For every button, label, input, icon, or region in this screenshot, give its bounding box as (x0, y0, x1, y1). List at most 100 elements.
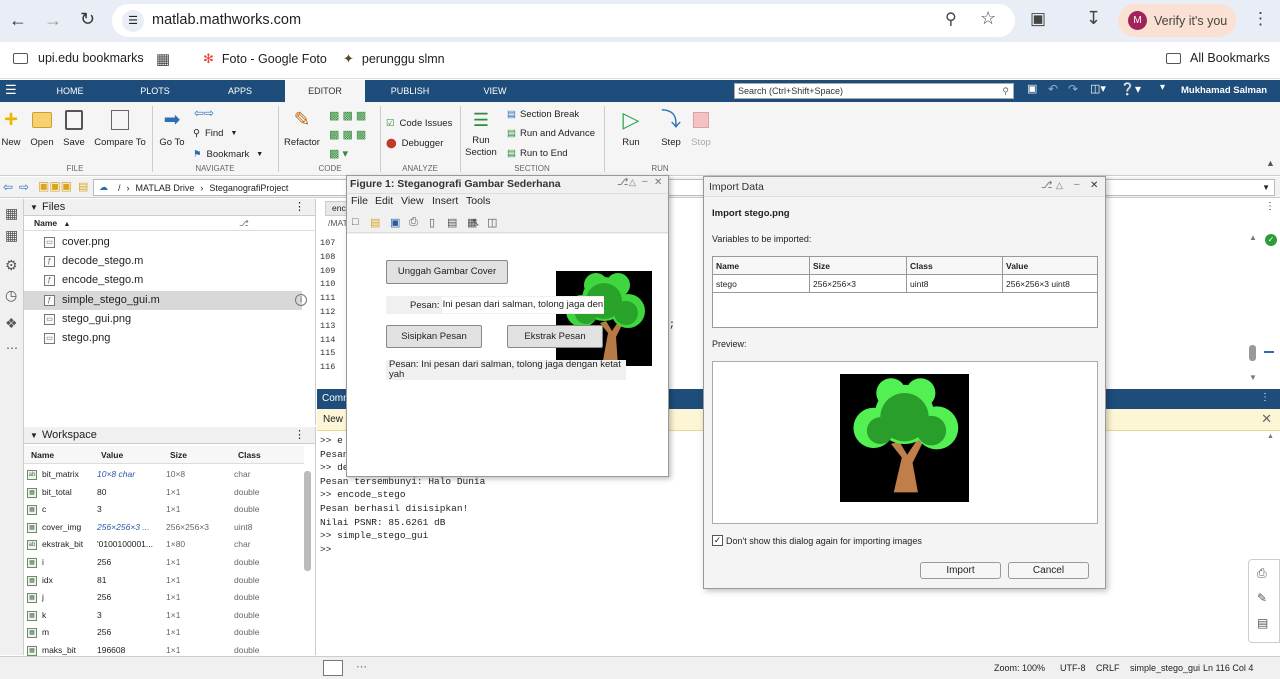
edit-icon[interactable]: ✎ (1257, 591, 1267, 605)
panel-menu-icon[interactable]: ⋮ (294, 427, 305, 444)
run-button[interactable]: ▷ Run (615, 108, 647, 149)
all-bookmarks[interactable]: All Bookmarks (1166, 51, 1270, 65)
files-scrollbar[interactable] (304, 232, 312, 422)
back-icon[interactable]: ← (9, 10, 27, 31)
workspace-row[interactable]: ▦ bit_total 80 1×1 double (24, 484, 304, 502)
upload-cover-button[interactable]: Unggah Gambar Cover (386, 260, 508, 284)
refactor-button[interactable]: ✎ Refactor (282, 108, 322, 148)
tab-publish[interactable]: PUBLISH (380, 80, 440, 102)
run-advance-button[interactable]: ▤ Run and Advance (507, 128, 595, 139)
history-icon[interactable]: ◷ (5, 287, 17, 304)
layout-icon[interactable]: ◫▾ (1090, 82, 1106, 95)
bookmark-button[interactable]: ⚑ Bookmark ▼ (193, 149, 263, 160)
save-figure-icon[interactable]: ▣ (390, 216, 400, 229)
file-list-item[interactable]: ƒ encode_stego.m (24, 271, 302, 290)
scroll-thumb[interactable] (1249, 345, 1256, 361)
panel-menu-icon[interactable]: ⋮ (1260, 392, 1270, 403)
verify-chip[interactable]: M Verify it's you (1118, 4, 1236, 37)
step-button[interactable]: ⤵ Step (655, 108, 687, 148)
address-bar[interactable]: ☰ matlab.mathworks.com ⚲ ☆ (112, 4, 1015, 37)
forward-icon[interactable]: → (44, 10, 62, 31)
addons-icon[interactable]: ❖ (5, 315, 18, 332)
banner-close-icon[interactable]: ✕ (1261, 411, 1272, 427)
tab-plots[interactable]: PLOTS (125, 80, 185, 102)
workspace-row[interactable]: ▦ idx 81 1×1 double (24, 572, 304, 590)
workspace-scrollbar[interactable] (304, 471, 311, 571)
scroll-down-icon[interactable]: ▼ (1249, 373, 1257, 382)
extensions-icon[interactable]: ▣ (1030, 9, 1046, 29)
menu-file[interactable]: File (351, 195, 368, 207)
reload-icon[interactable]: ↻ (80, 9, 95, 30)
site-info-icon[interactable]: ☰ (122, 10, 144, 32)
browse-folder-icon[interactable]: ▤ (78, 180, 88, 193)
new-button[interactable]: + New (0, 108, 22, 149)
workspace-column-header[interactable]: Name Value Size Class (24, 446, 304, 464)
stop-button[interactable]: Stop (688, 108, 714, 148)
files-panel-icon[interactable]: ▦ (5, 205, 18, 222)
workspace-row[interactable]: ▦ i 256 1×1 double (24, 554, 304, 572)
nav-back-icon[interactable]: ⇦ (3, 180, 13, 194)
workspace-panel-icon[interactable]: ▦ (5, 227, 18, 244)
star-icon[interactable]: ☆ (980, 8, 996, 29)
table-row[interactable]: stego 256×256×3 uint8 256×256×3 uint8 (712, 274, 1098, 293)
more-icon[interactable]: ⋯ (356, 660, 367, 673)
workspace-panel-header[interactable]: ▼ Workspace ⋮ (24, 427, 315, 444)
var-name-cell[interactable]: stego (712, 274, 810, 293)
scroll-up-icon[interactable]: ▲ (1249, 233, 1257, 242)
section-break-button[interactable]: ▤ Section Break (507, 109, 579, 120)
project-icon[interactable]: ⚙ (5, 257, 18, 274)
matlab-search-input[interactable]: Search (Ctrl+Shift+Space) ⚲ (734, 83, 1014, 99)
debugger-button[interactable]: ⬤ Debugger (386, 138, 443, 149)
new-figure-icon[interactable]: □ (352, 216, 359, 228)
tab-apps[interactable]: APPS (210, 80, 270, 102)
checkbox-checked-icon[interactable]: ✓ (712, 535, 723, 546)
workspace-row[interactable]: ▦ j 256 1×1 double (24, 589, 304, 607)
path-segment-project[interactable]: SteganografiProject (209, 183, 288, 193)
cancel-button[interactable]: Cancel (1008, 562, 1089, 579)
file-list-item[interactable]: ▭ stego.png (24, 329, 302, 348)
workspace-row[interactable]: ▦ k 3 1×1 double (24, 607, 304, 625)
hamburger-icon[interactable]: ☰ (5, 82, 17, 98)
editor-scrollbar[interactable]: ▲ ▼ (1249, 233, 1257, 383)
path-segment-drive[interactable]: MATLAB Drive (136, 183, 195, 193)
print-icon[interactable]: ⎙ (1257, 566, 1267, 581)
find-button[interactable]: ⚲ Find ▼ (193, 128, 237, 139)
undock-icon[interactable]: △ (1056, 180, 1063, 191)
file-list-item[interactable]: ▭ stego_gui.png (24, 310, 302, 329)
undock-icon[interactable]: △ (629, 177, 636, 188)
menu-icon[interactable]: ⋮ (1252, 9, 1269, 29)
menu-edit[interactable]: Edit (375, 195, 393, 207)
download-icon[interactable]: ↧ (1086, 8, 1101, 29)
menu-insert[interactable]: Insert (432, 195, 458, 207)
bookmark-perunggu[interactable]: ✦ perunggu slmn (343, 51, 445, 67)
figure-titlebar[interactable]: Figure 1: Steganografi Gambar Sederhana … (347, 176, 668, 194)
colorbar-icon[interactable]: ▤ (447, 216, 457, 229)
user-name[interactable]: Mukhamad Salman (1181, 85, 1267, 96)
workspace-row[interactable]: ab bit_matrix 10×8 char 10×8 char (24, 466, 304, 484)
minimize-icon[interactable]: – (1074, 179, 1080, 190)
compare-button[interactable]: Compare To (92, 108, 148, 148)
pointer-icon[interactable]: ↖ (471, 216, 480, 229)
redo-icon[interactable]: ↷ (1068, 82, 1078, 96)
save-icon[interactable]: ▣ (1027, 82, 1037, 95)
files-panel-header[interactable]: ▼ Files ⋮ (24, 199, 315, 216)
dialog-titlebar[interactable]: Import Data ⎇ △ – ✕ (704, 177, 1105, 197)
nav-forward-icon[interactable]: ⇨ (19, 180, 29, 194)
apps-grid-icon[interactable]: ▦ (156, 50, 170, 68)
help-icon[interactable]: ❔▾ (1120, 82, 1141, 96)
command-history-icon[interactable] (323, 660, 343, 676)
path-dropdown-icon[interactable]: ▼ (1262, 183, 1270, 192)
code-tools-icons[interactable]: ▩ ▩ ▩ ▩ ▩ ▩ ▩ ▾ (329, 107, 379, 164)
menu-view[interactable]: View (401, 195, 424, 207)
print-icon[interactable]: ⎙ (409, 216, 418, 229)
close-icon[interactable]: ✕ (654, 177, 662, 188)
goto-button[interactable]: ➡ Go To (156, 108, 188, 148)
minimize-icon[interactable]: – (642, 176, 648, 187)
tab-view[interactable]: VIEW (465, 80, 525, 102)
embed-message-button[interactable]: Sisipkan Pesan (386, 325, 482, 348)
open-file-icon[interactable]: ▤ (370, 216, 380, 229)
workspace-row[interactable]: ▦ m 256 1×1 double (24, 624, 304, 642)
scroll-up-icon[interactable]: ▲ (1267, 433, 1274, 440)
open-button[interactable]: Open (28, 108, 56, 148)
pin-icon[interactable]: ⎇ (617, 177, 629, 188)
